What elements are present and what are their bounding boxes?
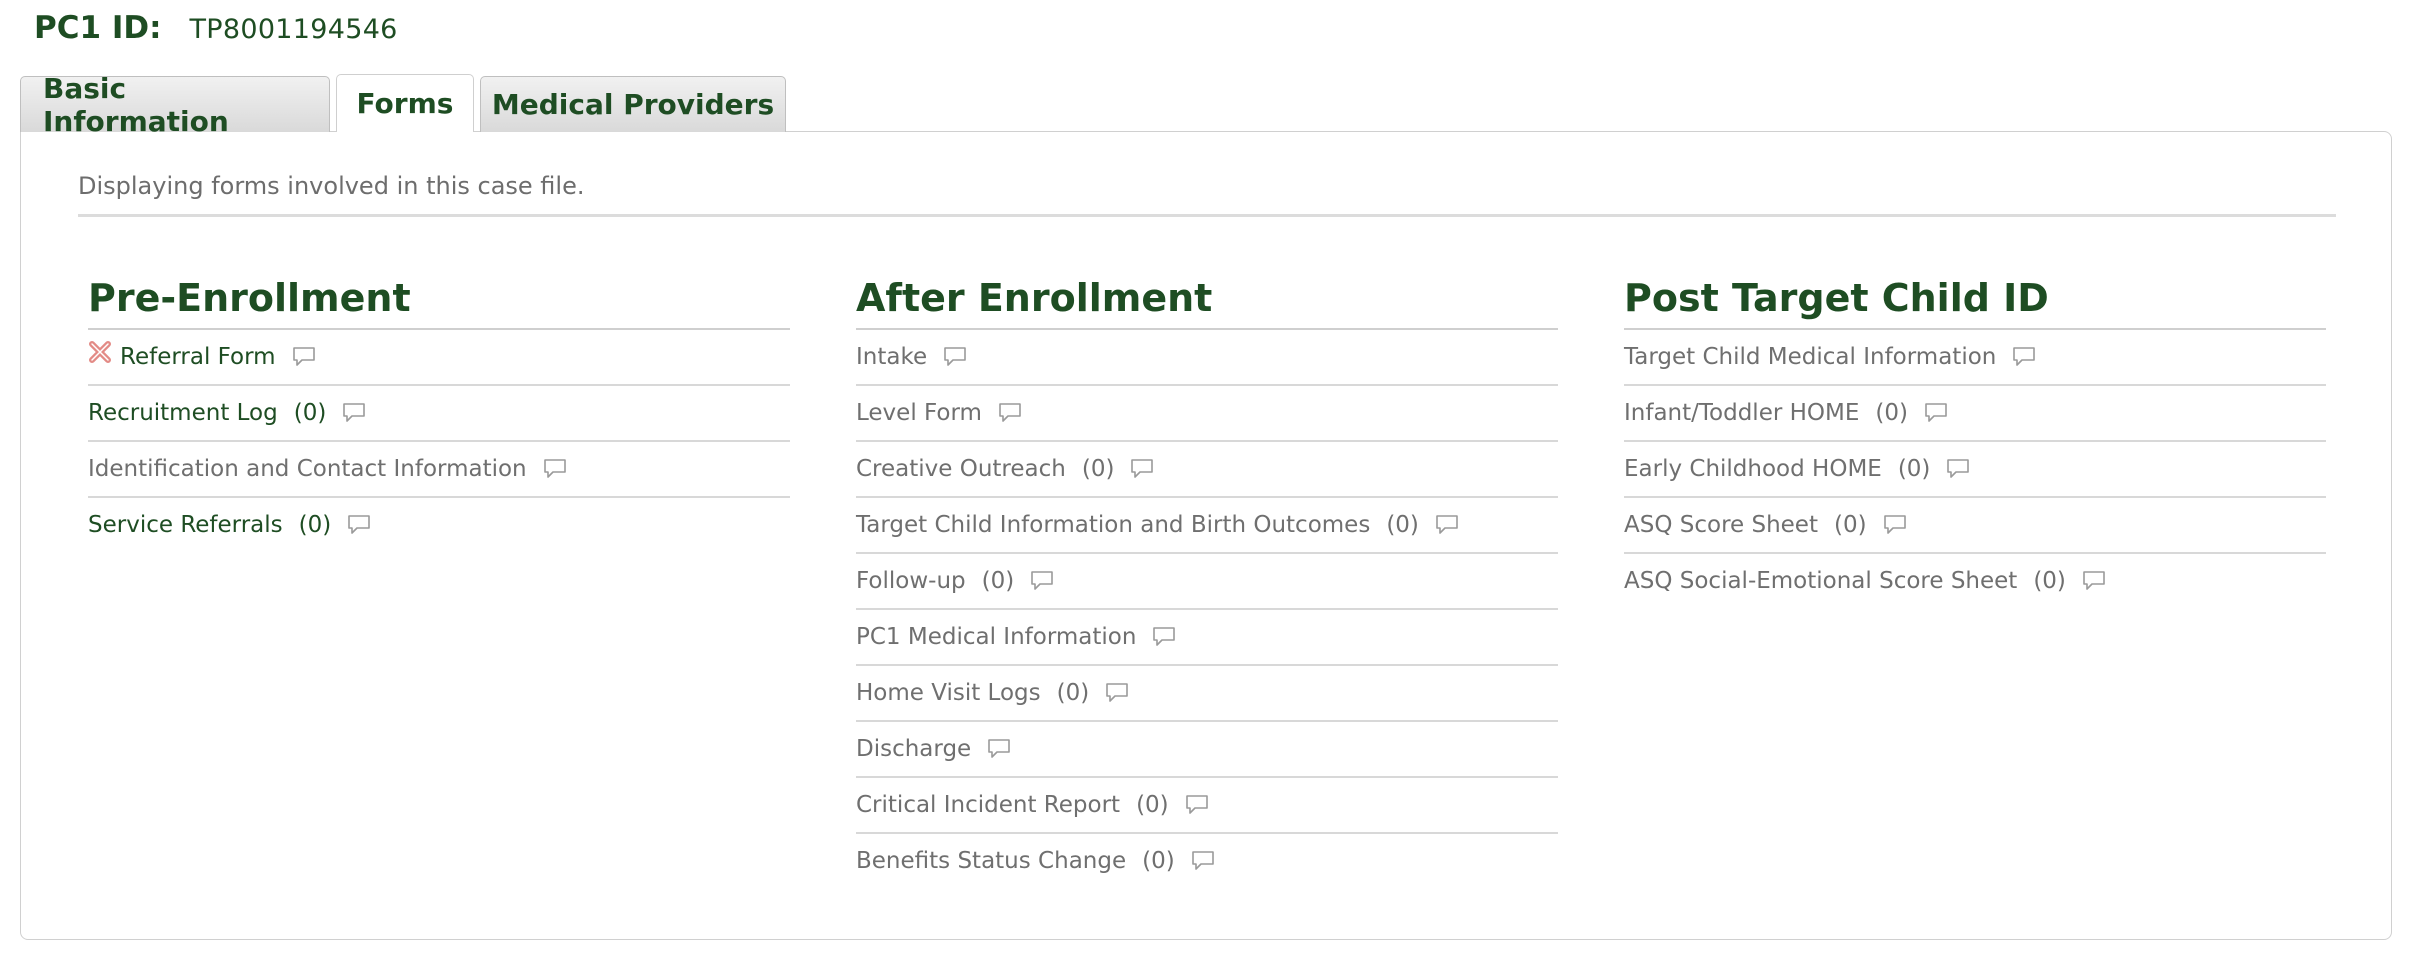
form-count: (0) — [1136, 792, 1169, 818]
form-label[interactable]: Recruitment Log — [88, 400, 278, 426]
form-item-discharge[interactable]: Discharge — [856, 722, 1558, 778]
form-count: (0) — [981, 568, 1015, 594]
comment-icon[interactable] — [347, 514, 371, 536]
column-after-enrollment: After Enrollment Intake Level Form Creat… — [856, 268, 1558, 888]
form-label[interactable]: Benefits Status Change — [856, 848, 1126, 874]
form-label[interactable]: Target Child Information and Birth Outco… — [856, 512, 1370, 538]
comment-icon[interactable] — [543, 458, 567, 480]
comment-icon[interactable] — [292, 346, 316, 368]
form-item-follow-up[interactable]: Follow-up (0) — [856, 554, 1558, 610]
column-pre-enrollment: Pre-Enrollment Referral Form Recruitment… — [88, 268, 790, 552]
form-item-level-form[interactable]: Level Form — [856, 386, 1558, 442]
form-label[interactable]: Early Childhood HOME — [1624, 456, 1882, 482]
form-label[interactable]: Home Visit Logs — [856, 680, 1041, 706]
form-item-identification-contact[interactable]: Identification and Contact Information — [88, 442, 790, 498]
tab-forms[interactable]: Forms — [336, 74, 474, 132]
form-label[interactable]: PC1 Medical Information — [856, 624, 1136, 650]
comment-icon[interactable] — [1030, 570, 1054, 592]
comment-icon[interactable] — [2012, 346, 2036, 368]
form-item-benefits-status-change[interactable]: Benefits Status Change (0) — [856, 834, 1558, 888]
form-label[interactable]: Critical Incident Report — [856, 792, 1120, 818]
form-label[interactable]: Referral Form — [120, 344, 276, 370]
form-count: (0) — [1833, 512, 1867, 538]
comment-icon[interactable] — [1191, 850, 1215, 872]
comment-icon[interactable] — [987, 738, 1011, 760]
form-item-recruitment-log[interactable]: Recruitment Log (0) — [88, 386, 790, 442]
form-item-early-childhood-home[interactable]: Early Childhood HOME (0) — [1624, 442, 2326, 498]
pc1-id-value: TP8001194546 — [189, 14, 398, 45]
form-label[interactable]: ASQ Score Sheet — [1624, 512, 1818, 538]
comment-icon[interactable] — [1152, 626, 1176, 648]
form-item-critical-incident-report[interactable]: Critical Incident Report (0) — [856, 778, 1558, 834]
form-item-target-child-medical-information[interactable]: Target Child Medical Information — [1624, 330, 2326, 386]
form-label[interactable]: Creative Outreach — [856, 456, 1066, 482]
form-count: (0) — [1081, 456, 1115, 482]
column-title: Post Target Child ID — [1624, 268, 2326, 330]
tab-medical-providers[interactable]: Medical Providers — [480, 76, 786, 132]
comment-icon[interactable] — [1883, 514, 1907, 536]
form-label[interactable]: ASQ Social-Emotional Score Sheet — [1624, 568, 2017, 594]
column-title: After Enrollment — [856, 268, 1558, 330]
pc1-id-label: PC1 ID: — [34, 10, 162, 46]
tab-bar: Basic Information Forms Medical Provider… — [20, 72, 792, 138]
form-item-target-child-birth-outcomes[interactable]: Target Child Information and Birth Outco… — [856, 498, 1558, 554]
form-label[interactable]: Intake — [856, 344, 927, 370]
form-item-referral-form[interactable]: Referral Form — [88, 330, 790, 386]
form-count: (0) — [298, 512, 332, 538]
form-count: (0) — [1142, 848, 1175, 874]
form-label[interactable]: Service Referrals — [88, 512, 283, 538]
form-count: (0) — [293, 400, 327, 426]
delete-icon[interactable] — [88, 340, 114, 366]
form-count: (0) — [1386, 512, 1419, 538]
divider — [78, 214, 2336, 217]
form-item-asq-score-sheet[interactable]: ASQ Score Sheet (0) — [1624, 498, 2326, 554]
form-label[interactable]: Discharge — [856, 736, 971, 762]
form-label[interactable]: Target Child Medical Information — [1624, 344, 1996, 370]
form-count: (0) — [2033, 568, 2066, 594]
column-post-target-child-id: Post Target Child ID Target Child Medica… — [1624, 268, 2326, 608]
form-item-infant-toddler-home[interactable]: Infant/Toddler HOME (0) — [1624, 386, 2326, 442]
comment-icon[interactable] — [1185, 794, 1209, 816]
comment-icon[interactable] — [1946, 458, 1970, 480]
column-title: Pre-Enrollment — [88, 268, 790, 330]
comment-icon[interactable] — [2082, 570, 2106, 592]
form-label[interactable]: Level Form — [856, 400, 982, 426]
form-label[interactable]: Identification and Contact Information — [88, 456, 527, 482]
tab-basic-information[interactable]: Basic Information — [20, 72, 330, 138]
form-count: (0) — [1056, 680, 1090, 706]
page-header: PC1 ID: TP8001194546 — [34, 10, 398, 54]
comment-icon[interactable] — [1924, 402, 1948, 424]
form-item-asq-social-emotional[interactable]: ASQ Social-Emotional Score Sheet (0) — [1624, 554, 2326, 608]
comment-icon[interactable] — [1435, 514, 1459, 536]
comment-icon[interactable] — [943, 346, 967, 368]
comment-icon[interactable] — [1105, 682, 1129, 704]
panel-description: Displaying forms involved in this case f… — [78, 172, 585, 200]
comment-icon[interactable] — [1130, 458, 1154, 480]
form-item-pc1-medical-information[interactable]: PC1 Medical Information — [856, 610, 1558, 666]
form-count: (0) — [1897, 456, 1931, 482]
comment-icon[interactable] — [998, 402, 1022, 424]
form-item-service-referrals[interactable]: Service Referrals (0) — [88, 498, 790, 552]
form-item-home-visit-logs[interactable]: Home Visit Logs (0) — [856, 666, 1558, 722]
forms-panel: Displaying forms involved in this case f… — [20, 131, 2392, 940]
form-label[interactable]: Infant/Toddler HOME — [1624, 400, 1859, 426]
form-item-intake[interactable]: Intake — [856, 330, 1558, 386]
form-item-creative-outreach[interactable]: Creative Outreach (0) — [856, 442, 1558, 498]
form-label[interactable]: Follow-up — [856, 568, 966, 594]
form-count: (0) — [1875, 400, 1908, 426]
comment-icon[interactable] — [342, 402, 366, 424]
